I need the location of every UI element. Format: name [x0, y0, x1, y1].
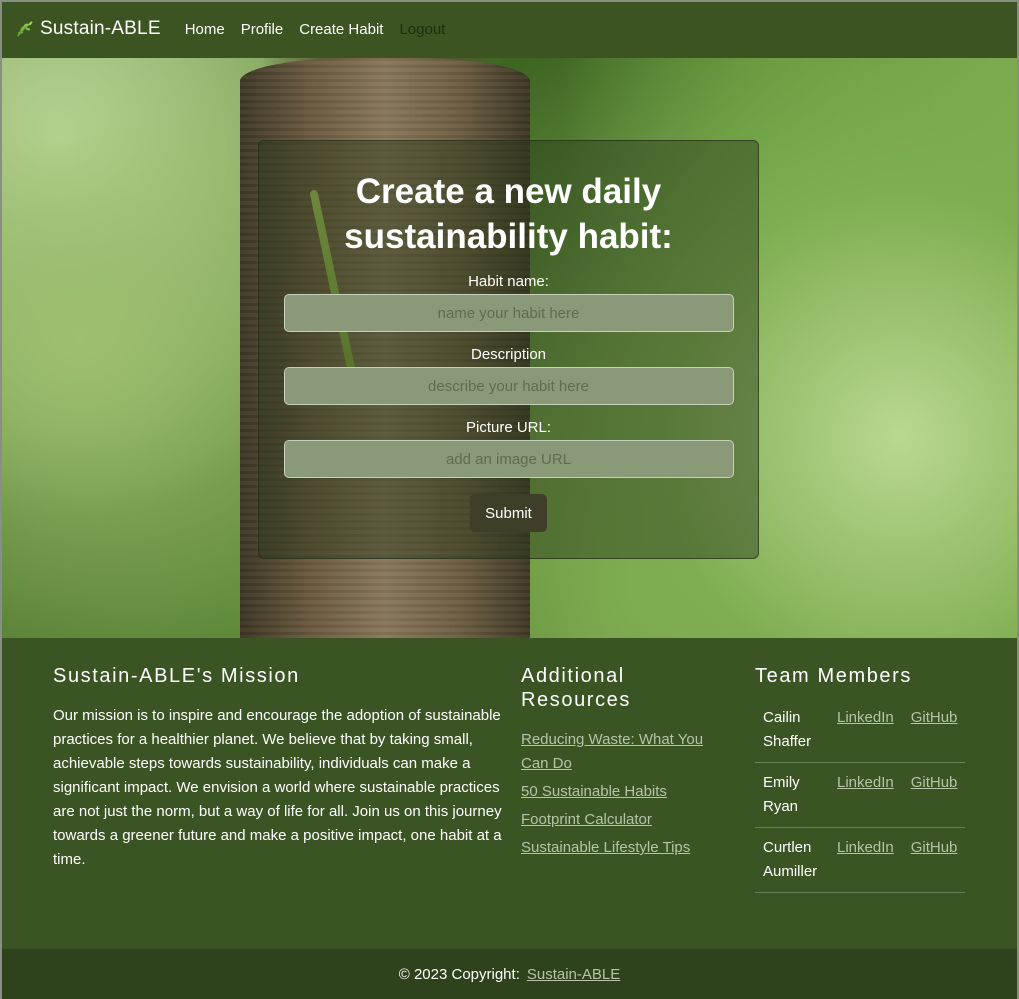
resources-list: Reducing Waste: What You Can Do 50 Susta… — [521, 728, 721, 860]
github-link[interactable]: GitHub — [911, 774, 958, 791]
habit-name-input[interactable] — [283, 294, 734, 332]
team-heading: Team Members — [755, 665, 913, 687]
member-name: Cailin Shaffer — [755, 698, 829, 763]
table-row: Emily Ryan LinkedIn GitHub — [755, 762, 965, 828]
brand-name: Sustain-ABLE — [40, 18, 161, 39]
table-row: Curtlen Aumiller LinkedIn GitHub — [755, 827, 965, 893]
picture-url-input[interactable] — [283, 440, 734, 478]
create-habit-form: Create a new daily sustainability habit:… — [258, 140, 759, 559]
resources-heading: Additional Resources — [521, 665, 631, 711]
mission-column: Sustain-ABLE's Mission Our mission is to… — [53, 664, 503, 872]
github-link[interactable]: GitHub — [911, 839, 958, 856]
nav-logout[interactable]: Logout — [399, 21, 445, 38]
footer: Sustain-ABLE's Mission Our mission is to… — [0, 638, 1019, 949]
member-name: Curtlen Aumiller — [755, 827, 829, 893]
navbar: Sustain-ABLE Home Profile Create Habit L… — [0, 0, 1019, 58]
member-name: Emily Ryan — [755, 762, 829, 828]
team-table: Cailin Shaffer LinkedIn GitHub Emily Rya… — [755, 698, 965, 893]
form-title: Create a new daily sustainability habit: — [344, 172, 673, 256]
table-row: Cailin Shaffer LinkedIn GitHub — [755, 698, 965, 763]
habit-name-label: Habit name: — [468, 273, 549, 290]
description-label: Description — [470, 346, 547, 363]
linkedin-link[interactable]: LinkedIn — [837, 839, 894, 856]
hero-section: Create a new daily sustainability habit:… — [0, 58, 1019, 638]
resource-link-lifestyle-tips[interactable]: Sustainable Lifestyle Tips — [521, 836, 721, 860]
github-link[interactable]: GitHub — [911, 709, 958, 726]
resource-link-reducing-waste[interactable]: Reducing Waste: What You Can Do — [521, 728, 721, 776]
nav-home[interactable]: Home — [185, 21, 225, 38]
resource-link-footprint-calculator[interactable]: Footprint Calculator — [521, 808, 721, 832]
submit-button[interactable]: Submit — [470, 494, 547, 532]
resources-column: Additional Resources Reducing Waste: Wha… — [521, 664, 721, 864]
resource-link-50-habits[interactable]: 50 Sustainable Habits — [521, 780, 721, 804]
linkedin-link[interactable]: LinkedIn — [837, 709, 894, 726]
linkedin-link[interactable]: LinkedIn — [837, 774, 894, 791]
description-input[interactable] — [283, 367, 734, 405]
copyright-text: © 2023 Copyright: — [398, 965, 520, 983]
leaf-icon — [17, 21, 33, 37]
mission-heading: Sustain-ABLE's Mission — [53, 665, 300, 687]
nav-profile[interactable]: Profile — [241, 21, 284, 38]
mission-text: Our mission is to inspire and encourage … — [53, 707, 502, 868]
team-column: Team Members Cailin Shaffer LinkedIn Git… — [755, 664, 965, 893]
nav-create-habit[interactable]: Create Habit — [299, 21, 383, 38]
copyright-link[interactable]: Sustain-ABLE — [527, 966, 620, 983]
copyright-bar: © 2023 Copyright: Sustain-ABLE — [0, 949, 1019, 999]
brand-link[interactable]: Sustain-ABLE — [14, 18, 161, 40]
picture-url-label: Picture URL: — [465, 419, 552, 436]
